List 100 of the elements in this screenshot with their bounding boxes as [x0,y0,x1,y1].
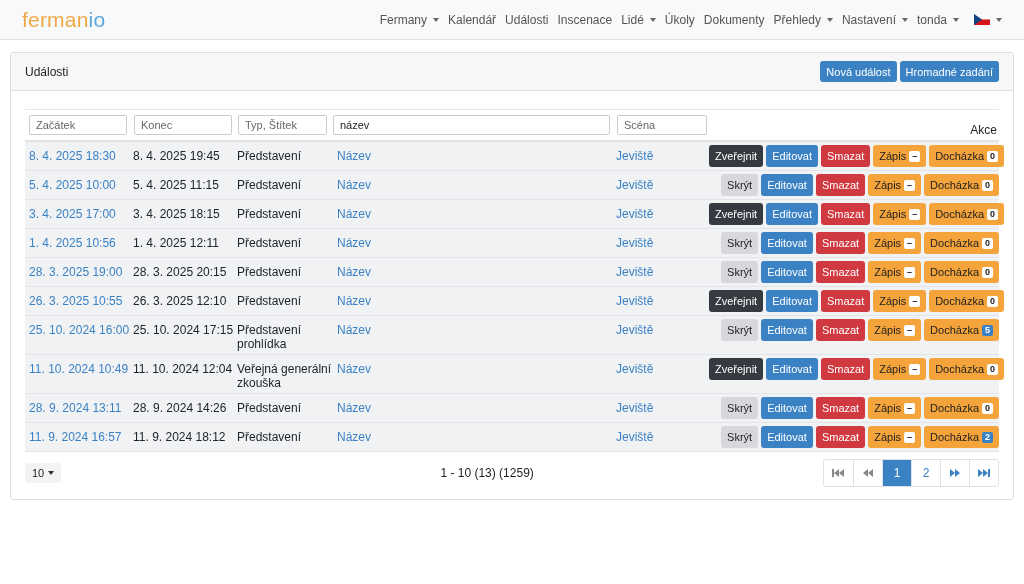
signup-button[interactable]: Zápis – [873,358,927,380]
scene-link[interactable]: Jeviště [616,323,654,337]
nav-link[interactable]: Nastavení [841,12,908,27]
delete-button[interactable]: Smazat [815,174,866,196]
name-link[interactable]: Název [337,401,371,415]
name-link[interactable]: Název [337,207,371,221]
start-link[interactable]: 11. 9. 2024 16:57 [29,430,122,444]
start-link[interactable]: 28. 9. 2024 13:11 [29,401,122,415]
nav-link[interactable]: Přehledy [773,12,833,27]
attendance-button[interactable]: Docházka 0 [929,290,1005,312]
scene-link[interactable]: Jeviště [616,430,654,444]
name-link[interactable]: Název [337,430,371,444]
start-link[interactable]: 1. 4. 2025 10:56 [29,236,116,250]
visibility-button[interactable]: Zveřejnit [709,290,764,312]
edit-button[interactable]: Editovat [761,261,813,283]
nav-link[interactable]: Lidé [621,12,656,27]
last-page-button[interactable] [969,460,998,486]
delete-button[interactable]: Smazat [820,358,871,380]
start-link[interactable]: 11. 10. 2024 10:49 [29,362,129,376]
attendance-button[interactable]: Docházka 5 [924,319,999,341]
attendance-button[interactable]: Docházka 0 [924,261,999,283]
signup-button[interactable]: Zápis – [868,397,922,419]
edit-button[interactable]: Editovat [766,290,818,312]
language-menu[interactable] [974,14,1002,25]
attendance-button[interactable]: Docházka 0 [929,145,1005,167]
edit-button[interactable]: Editovat [766,358,818,380]
attendance-button[interactable]: Docházka 0 [924,397,999,419]
signup-button[interactable]: Zápis – [868,174,922,196]
scene-link[interactable]: Jeviště [616,149,654,163]
edit-button[interactable]: Editovat [761,397,813,419]
attendance-button[interactable]: Docházka 0 [924,174,999,196]
page-button[interactable]: 1 [882,460,911,486]
name-link[interactable]: Název [337,265,371,279]
edit-button[interactable]: Editovat [761,174,813,196]
nav-link[interactable]: Dokumenty [703,12,765,27]
nav-link[interactable]: Inscenace [557,12,613,27]
start-link[interactable]: 3. 4. 2025 17:00 [29,207,116,221]
visibility-button[interactable]: Skrýt [721,426,759,448]
scene-link[interactable]: Jeviště [616,236,654,250]
delete-button[interactable]: Smazat [820,203,871,225]
nav-link[interactable]: tonda [916,12,959,27]
start-link[interactable]: 5. 4. 2025 10:00 [29,178,116,192]
attendance-button[interactable]: Docházka 0 [929,203,1005,225]
scene-link[interactable]: Jeviště [616,294,654,308]
signup-button[interactable]: Zápis – [873,203,927,225]
filter-field[interactable]: Začátek [29,115,127,135]
visibility-button[interactable]: Zveřejnit [709,358,764,380]
delete-button[interactable]: Smazat [815,261,866,283]
attendance-button[interactable]: Docházka 0 [929,358,1005,380]
signup-button[interactable]: Zápis – [868,319,922,341]
header-button[interactable]: Hromadné zadání [899,61,999,82]
scene-link[interactable]: Jeviště [616,401,654,415]
name-link[interactable]: Název [337,178,371,192]
scene-link[interactable]: Jeviště [616,362,654,376]
signup-button[interactable]: Zápis – [873,145,927,167]
edit-button[interactable]: Editovat [766,145,818,167]
filter-field[interactable]: Typ, Štítek [238,115,327,135]
scene-link[interactable]: Jeviště [616,265,654,279]
visibility-button[interactable]: Skrýt [721,232,759,254]
page-size-dropdown[interactable]: 10 [25,463,62,483]
edit-button[interactable]: Editovat [761,319,813,341]
name-link[interactable]: Název [337,236,371,250]
name-link[interactable]: Název [337,362,371,376]
nav-link[interactable]: Kalendář [448,12,497,27]
visibility-button[interactable]: Zveřejnit [709,203,764,225]
nav-link[interactable]: Události [505,12,549,27]
signup-button[interactable]: Zápis – [868,261,922,283]
header-button[interactable]: Nová událost [820,61,897,82]
scene-link[interactable]: Jeviště [616,207,654,221]
visibility-button[interactable]: Skrýt [721,319,759,341]
name-link[interactable]: Název [337,149,371,163]
start-link[interactable]: 8. 4. 2025 18:30 [29,149,116,163]
visibility-button[interactable]: Skrýt [721,261,759,283]
visibility-button[interactable]: Skrýt [721,174,759,196]
attendance-button[interactable]: Docházka 0 [924,232,999,254]
filter-field[interactable]: název [333,115,610,135]
signup-button[interactable]: Zápis – [868,426,922,448]
delete-button[interactable]: Smazat [815,397,866,419]
delete-button[interactable]: Smazat [820,145,871,167]
start-link[interactable]: 26. 3. 2025 10:55 [29,294,123,308]
nav-link[interactable]: Úkoly [664,12,695,27]
delete-button[interactable]: Smazat [815,426,866,448]
attendance-button[interactable]: Docházka 2 [924,426,999,448]
name-link[interactable]: Název [337,323,371,337]
start-link[interactable]: 25. 10. 2024 16:00 [29,323,130,337]
delete-button[interactable]: Smazat [820,290,871,312]
visibility-button[interactable]: Skrýt [721,397,759,419]
nav-link[interactable]: Fermany [379,12,440,27]
edit-button[interactable]: Editovat [766,203,818,225]
visibility-button[interactable]: Zveřejnit [709,145,764,167]
signup-button[interactable]: Zápis – [868,232,922,254]
filter-field[interactable]: Konec [134,115,232,135]
filter-field[interactable]: Scéna [617,115,707,135]
delete-button[interactable]: Smazat [815,319,866,341]
edit-button[interactable]: Editovat [761,232,813,254]
edit-button[interactable]: Editovat [761,426,813,448]
signup-button[interactable]: Zápis – [873,290,927,312]
delete-button[interactable]: Smazat [815,232,866,254]
name-link[interactable]: Název [337,294,371,308]
start-link[interactable]: 28. 3. 2025 19:00 [29,265,123,279]
